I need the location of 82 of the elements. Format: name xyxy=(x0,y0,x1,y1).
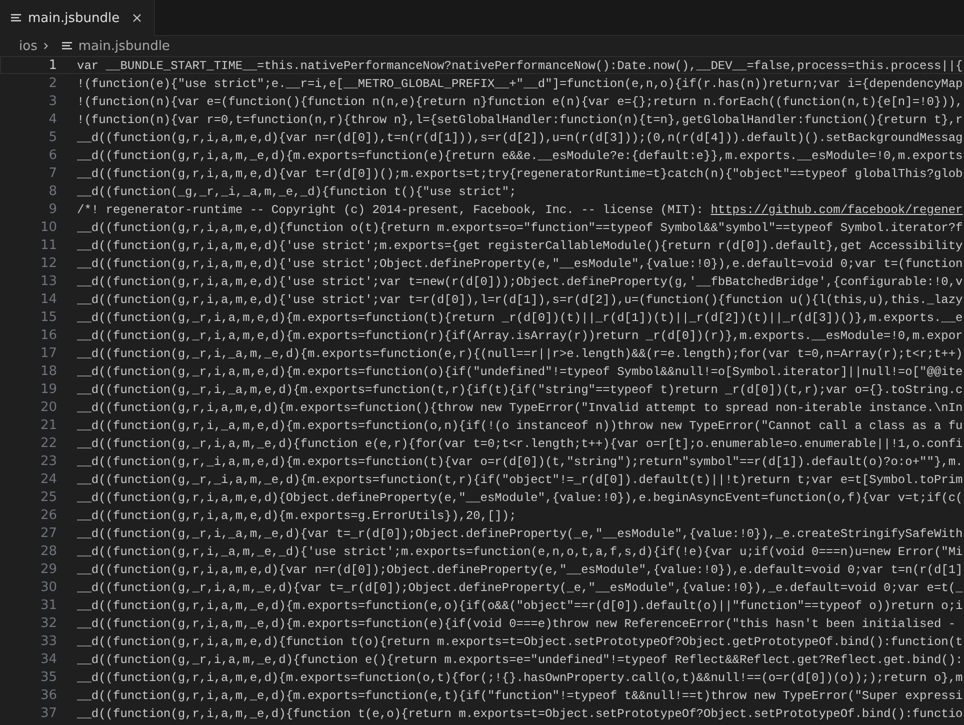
line-number: 23 xyxy=(39,453,57,469)
breadcrumb-item[interactable]: ios xyxy=(19,38,38,54)
line-number: 4 xyxy=(48,111,57,127)
line-number: 16 xyxy=(39,327,57,343)
line-number: 18 xyxy=(39,363,57,379)
code-line: __d((function(g,r,_i,a,m,e,d){m.exports=function(t){var o=r(d[0])(t,"string");return"symbol"==r(d[1]).default(o)?o:o+""},m. xyxy=(77,454,963,469)
line-number: 13 xyxy=(39,273,57,289)
line-number: 6 xyxy=(48,147,57,163)
code-line: __d((function(g,r,i,a,m,e,d){var t=r(d[0])();m.exports=t;try{regeneratorRuntime=t}catch(n){"object"==typeof globalThis?glob xyxy=(77,166,963,181)
code-line: __d((function(g,r,i,a,m,e,d){'use strict';m.exports={get registerCallableModule(){return r(d[0]).default},get Accessibility xyxy=(77,238,963,253)
code-link[interactable]: https://github.com/facebook/regener xyxy=(710,203,963,217)
code-line: __d((function(g,_r,i,_a,m,e,d){m.exports=function(t,r){if(t){if("string"==typeof t)return _r(d[0])(t,r);var o={}.toString.c xyxy=(77,382,963,397)
code-line: var __BUNDLE_START_TIME__=this.nativePerformanceNow?nativePerformanceNow():Date.now(),__DEV__=false,process=this.process||{ xyxy=(77,58,963,73)
line-number: 12 xyxy=(39,255,57,271)
code-line: __d((function(g,_r,_i,a,m,_e,d){m.exports=function(t,r){if("object"!=_r(d[0]).default(t)||!t)return t;var e=t[Symbol.toPrim xyxy=(77,472,963,487)
code-line: !(function(e){"use strict";e.__r=i,e[__METRO_GLOBAL_PREFIX__+"__d"]=function(e,n,o){if(r.has(n))return;var i={dependencyMap xyxy=(77,76,963,91)
code-line: __d((function(g,_r,i,_a,m,_e,d){m.exports=function(e,r){(null==r||r>e.length)&&(r=e.length);for(var t=0,n=Array(r);t<r;t++) xyxy=(77,346,963,361)
line-number: 14 xyxy=(39,291,57,307)
line-number: 29 xyxy=(39,561,57,577)
line-number: 36 xyxy=(39,687,57,703)
code-line: __d((function(g,r,i,a,m,_e,d){m.exports=function(e,t){if("function"!=typeof t&&null!==t)throw new TypeError("Super expressi xyxy=(77,688,963,703)
line-number: 21 xyxy=(39,417,57,433)
code-line: __d((function(g,r,i,a,m,e,d){m.exports=function(){throw new TypeError("Invalid attempt to spread non-iterable instance.\nIn xyxy=(77,400,963,415)
line-number: 27 xyxy=(39,525,57,541)
code-line: __d((function(g,r,i,a,m,_e,d){function t(e,o){return m.exports=t=Object.setPrototypeOf?Object.setPrototypeOf.bind():functio xyxy=(77,706,963,721)
line-number: 32 xyxy=(39,615,57,631)
code-line: __d((function(g,r,i,a,m,e,d){var n=r(d[0]);Object.defineProperty(e,"__esModule",{value:!0}),e.default=void 0;var t=n(r(d[1] xyxy=(77,562,963,577)
code-line: __d((function(g,r,i,a,m,e,d){var n=r(d[0]),t=n(r(d[1])),s=r(d[2]),u=n(r(d[3]));(0,n(r(d[4])).default)().setBackgroundMessag xyxy=(77,130,963,145)
line-number: 25 xyxy=(39,489,57,505)
code-line: __d((function(g,_r,i,_a,m,_e,d){var t=_r(d[0]);Object.defineProperty(_e,"__esModule",{value:!0}),_e.createStringifySafeWith xyxy=(77,526,963,541)
line-number: 37 xyxy=(39,705,57,721)
line-number: 1 xyxy=(48,57,57,73)
line-number: 7 xyxy=(48,165,57,181)
editor-tab[interactable]: main.jsbundle xyxy=(0,0,155,36)
line-number: 17 xyxy=(39,345,57,361)
code-line: __d((function(g,_r,i,a,m,e,d){m.exports=function(r){if(Array.isArray(r))return _r(d[0])(r)},m.exports.__esModule=!0,m.expor xyxy=(77,328,963,343)
code-line: !(function(n){var e=(function(){function n(n,e){return n}function e(n){var e={};return n.forEach((function(n,t){e[n]=!0})), xyxy=(77,94,963,109)
lines-icon xyxy=(10,13,22,23)
code-line: __d((function(g,_r,i,a,m,_e,d){function e(e,r){for(var t=0;t<r.length;t++){var o=r[t];o.enumerable=o.enumerable||!1,o.confi xyxy=(77,436,963,451)
code-line: __d((function(g,_r,i,a,m,e,d){m.exports=function(t){return _r(d[0])(t)||_r(d[1])(t)||_r(d[2])(t)||_r(d[3])()},m.exports.__e xyxy=(77,310,963,325)
line-number: 5 xyxy=(48,129,57,145)
code-line: __d((function(g,r,i,a,m,_e,d){m.exports=function(e,o){if(o&&("object"==r(d[0]).default(o)||"function"==typeof o))return o;i xyxy=(77,598,963,613)
line-number: 8 xyxy=(48,183,57,199)
code-line: __d((function(g,r,i,a,m,e,d){'use strict';var t=r(d[0]),l=r(d[1]),s=r(d[2]),u=(function(){function u(){l(this,u),this._lazy xyxy=(77,292,963,307)
code-line: __d((function(g,r,i,a,m,e,d){function t(o){return m.exports=t=Object.setPrototypeOf?Object.getPrototypeOf.bind():function(t xyxy=(77,634,963,649)
close-icon[interactable] xyxy=(132,13,142,23)
code-line: __d((function(g,r,i,a,m,e,d){m.exports=function(o,t){for(;!{}.hasOwnProperty.call(o,t)&&null!==(o=r(d[0])(o)););return o},m xyxy=(77,670,963,685)
code-line: __d((function(g,_r,i,a,m,_e,d){var t=_r(d[0]);Object.defineProperty(_e,"__esModule",{value:!0}),_e.default=void 0;var e=t(_ xyxy=(77,580,963,595)
chevron-icon xyxy=(42,42,50,50)
line-number: 28 xyxy=(39,543,57,559)
code-line: __d((function(g,_r,i,a,m,e,d){m.exports=function(o){if("undefined"!=typeof Symbol&&null!=o[Symbol.iterator]||null!=o["@@ite xyxy=(77,364,963,379)
line-number: 24 xyxy=(39,471,57,487)
line-number: 35 xyxy=(39,669,57,685)
code-line: __d((function(g,r,i,a,m,_e,d){m.exports=function(e){if(void 0===e)throw new ReferenceError("this hasn't been initialised - xyxy=(77,616,956,631)
code-line: __d((function(g,r,i,a,m,e,d){'use strict';var t=new(r(d[0]));Object.defineProperty(g,'__fbBatchedBridge',{configurable:!0,v xyxy=(77,274,963,289)
line-number: 9 xyxy=(48,201,57,217)
line-number: 10 xyxy=(39,219,57,235)
code-line: !(function(n){var r=0,t=function(n,r){throw n},l={setGlobalHandler:function(n){t=n},getGlobalHandler:function(){return t},r xyxy=(77,112,963,127)
code-line: __d((function(g,r,i,a,m,e,d){Object.defineProperty(e,"__esModule",{value:!0}),e.beginAsyncEvent=function(o,f){var v=t;if(c( xyxy=(77,490,963,505)
line-number: 19 xyxy=(39,381,57,397)
line-number: 34 xyxy=(39,651,57,667)
line-number: 2 xyxy=(48,75,57,91)
code-line: __d((function(g,_r,i,a,m,_e,d){function e(){return m.exports=e="undefined"!=typeof Reflect&&Reflect.get?Reflect.get.bind(): xyxy=(77,652,963,667)
line-number: 15 xyxy=(39,309,57,325)
code-line: __d((function(g,r,i,a,m,e,d){function o(t){return m.exports=o="function"==typeof Symbol&&"symbol"==typeof Symbol.iterator?f xyxy=(77,220,963,235)
code-line: __d((function(g,r,i,a,m,e,d){m.exports=g.ErrorUtils}),20,[]); xyxy=(77,508,516,523)
lines-icon xyxy=(61,41,74,51)
line-number: 11 xyxy=(39,237,57,253)
line-number: 20 xyxy=(39,399,57,415)
code-line: __d((function(g,r,i,_a,m,e,d){m.exports=function(o,n){if(!(o instanceof n))throw new TypeError("Cannot call a class as a fu xyxy=(77,418,963,433)
line-number: 22 xyxy=(39,435,57,451)
code-line: __d((function(g,r,i,_a,m,_e,_d){'use strict';m.exports=function(e,n,o,t,a,f,s,d){if(!e){var u;if(void 0===n)u=new Error("Mi xyxy=(77,544,963,559)
code-line: __d((function(_g,_r,_i,_a,m,_e,_d){function t(){"use strict"; xyxy=(77,184,516,199)
code-line: __d((function(g,r,i,a,m,e,d){'use strict';Object.defineProperty(e,"__esModule",{value:!0}),e.default=void 0;var t=(function xyxy=(77,256,963,271)
line-number: 30 xyxy=(39,579,57,595)
line-number: 26 xyxy=(39,507,57,523)
code-line: /*! regenerator-runtime -- Copyright (c) 2014-present, Facebook, Inc. -- license (MIT): https://github.com/facebook/regener xyxy=(77,202,963,217)
code-line: __d((function(g,r,i,a,m,_e,d){m.exports=function(e){return e&&e.__esModule?e:{default:e}},m.exports.__esModule=!0,m.exports xyxy=(77,148,963,163)
line-number: 31 xyxy=(39,597,57,613)
breadcrumb-item[interactable]: main.jsbundle xyxy=(78,38,170,54)
line-number: 33 xyxy=(39,633,57,649)
line-number: 3 xyxy=(48,93,57,109)
